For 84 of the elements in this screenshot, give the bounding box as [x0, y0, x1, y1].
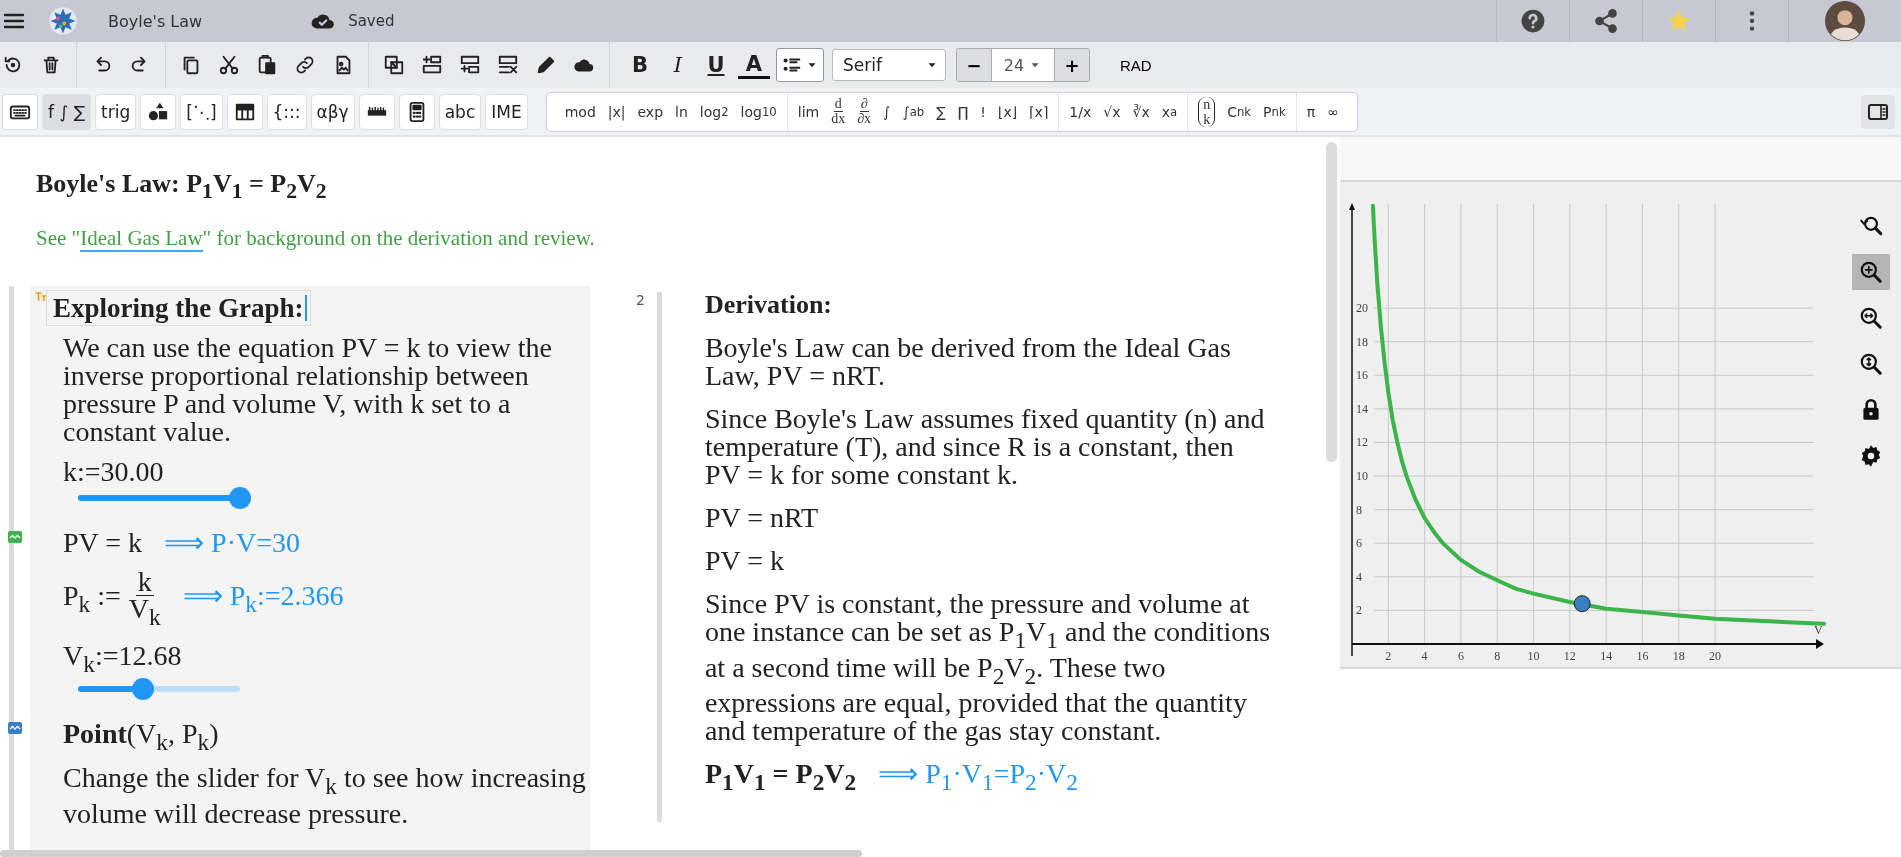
- equation-label: P$_{k}$ :=: [63, 581, 121, 618]
- math-key[interactable]: ∑: [932, 101, 950, 122]
- axis-tick-label: 20: [1709, 649, 1722, 663]
- paragraph: Boyle's Law can be derived from the Ideal Gas Law, PV = nRT.: [704, 334, 1232, 391]
- axis-tick-label: 10: [1527, 649, 1540, 663]
- numerator: k: [135, 569, 154, 597]
- math-key[interactable]: π: [1302, 101, 1320, 122]
- axis-tick-label: 8: [1356, 502, 1362, 517]
- increase-button[interactable]: +: [1055, 49, 1089, 81]
- axis-tick-label: 18: [1672, 649, 1685, 663]
- paragraph: Since PV is constant, the pressure and volume at one instance can be set as P$_{1}$V$_{1}$ and the conditions at a second time will be P$_{2}$V$_{2}$. These two expressions are equal, provided that the quantity and temperature of the gas stay constant.: [704, 590, 1272, 746]
- section-heading: Derivation:: [704, 291, 833, 320]
- result: ⟹ P$_{1}$·V$_{1}$=P$_{2}$·V$_{2}$: [878, 760, 1078, 796]
- axis-tick-label: 12: [1356, 435, 1368, 450]
- axis-tick-label: 4: [1421, 649, 1428, 663]
- font-family-select[interactable]: Serif: [832, 49, 946, 81]
- decrease-button[interactable]: −: [957, 49, 991, 81]
- paragraph: Since Boyle's Law assumes fixed quantity (n) and temperature (T), and since R is a constant, then PV = k for some constant k.: [704, 405, 1266, 490]
- axis-tick-label: 2: [1356, 603, 1362, 618]
- result: ⟹ P$_{k}$:=2.366: [182, 581, 344, 618]
- math-key[interactable]: lim: [793, 101, 824, 122]
- math-key[interactable]: !: [976, 101, 990, 122]
- underline-button[interactable]: U: [700, 49, 732, 81]
- result: ⟹ P·V=30: [164, 529, 300, 558]
- variable-definition: V$_{k}$:=12.68: [63, 641, 183, 678]
- paragraph: We can use the equation PV = k to view the inverse proportional relationship between pressure P and volume V, with k set to a constant value.: [63, 334, 553, 447]
- axis-tick-label: 16: [1356, 368, 1368, 383]
- font-size-value: 24: [1003, 55, 1025, 75]
- text-box[interactable]: Exploring the Graph:: [46, 290, 311, 327]
- math-key[interactable]: n k: [1194, 96, 1220, 127]
- italic-button[interactable]: I: [662, 49, 694, 81]
- math-key[interactable]: ∫: [879, 101, 895, 122]
- axis-label: V: [1814, 623, 1823, 637]
- variable-definition: k:=30.00: [63, 458, 165, 487]
- axis-tick-label: 20: [1356, 301, 1368, 316]
- keypad-tab[interactable]: [⋱]: [180, 93, 223, 130]
- save-status: Saved: [348, 12, 395, 30]
- axis-tick-label: 18: [1356, 334, 1368, 349]
- math-key[interactable]: √x: [1099, 101, 1125, 122]
- math-key[interactable]: ∛x: [1128, 101, 1154, 122]
- area-number: 2: [636, 292, 645, 311]
- text-color-button[interactable]: A: [738, 51, 770, 79]
- math-key[interactable]: ln: [671, 101, 692, 122]
- bold-button[interactable]: B: [624, 49, 656, 81]
- math-key[interactable]: mod: [560, 101, 600, 122]
- equation: PV = k: [704, 547, 784, 576]
- axis-tick-label: 8: [1494, 649, 1501, 663]
- math-key[interactable]: |x|: [603, 101, 630, 122]
- keypad-tab[interactable]: IME: [485, 93, 528, 130]
- section-heading: Exploring the Graph:: [53, 294, 304, 323]
- equation: PV = nRT: [704, 504, 819, 533]
- axis-tick-label: 4: [1356, 569, 1362, 584]
- equation: PV = k: [63, 529, 143, 558]
- document-heading: Boyle's Law: P$_{1}$V$_{1}$ = P$_{2}$V$_{2}$: [36, 169, 328, 206]
- angle-mode-button[interactable]: RAD: [1116, 52, 1156, 78]
- axis-tick-label: 2: [1385, 649, 1392, 663]
- axis-tick-label: 14: [1356, 401, 1368, 416]
- axis-tick-label: 16: [1636, 649, 1649, 663]
- axis-tick-label: 6: [1356, 536, 1362, 551]
- note-text: See "Ideal Gas Law" for background on the derivation and review.: [36, 226, 596, 251]
- axis-tick-label: 12: [1563, 649, 1576, 663]
- axis-tick-label: 10: [1356, 469, 1368, 484]
- equation: P$_{1}$V$_{1}$ = P$_{2}$V$_{2}$: [704, 760, 857, 796]
- keypad-tab[interactable]: abc: [438, 93, 482, 130]
- axis-tick-label: 14: [1600, 649, 1613, 663]
- keypad-tab[interactable]: {:::: [266, 93, 307, 130]
- math-key[interactable]: ⌈x⌉: [1025, 101, 1053, 122]
- keypad-tab[interactable]: αβγ: [310, 93, 355, 130]
- math-key[interactable]: ∞: [1323, 101, 1343, 122]
- font-family-value: Serif: [843, 55, 882, 75]
- math-key[interactable]: 1/x: [1065, 101, 1096, 122]
- math-key[interactable]: ⌊x⌋: [993, 101, 1022, 122]
- axis-tick-label: 6: [1457, 649, 1464, 663]
- equation: Point(V$_{k}$, P$_{k}$): [63, 720, 219, 756]
- font-size-select[interactable]: 24: [991, 49, 1055, 81]
- document-title[interactable]: Boyle's Law: [108, 11, 203, 31]
- keypad-tab[interactable]: f ∫ ∑: [42, 93, 92, 130]
- paragraph: Change the slider for V$_{k}$ to see how increasing volume will decrease pressure.: [63, 763, 587, 828]
- math-key[interactable]: d dx: [827, 95, 850, 128]
- math-key[interactable]: ∏: [953, 101, 973, 122]
- math-key[interactable]: ∂ ∂x: [853, 95, 876, 128]
- math-key[interactable]: exp: [633, 101, 668, 122]
- keypad-tab[interactable]: trig: [95, 93, 137, 130]
- denominator: V$_{k}$: [128, 596, 161, 630]
